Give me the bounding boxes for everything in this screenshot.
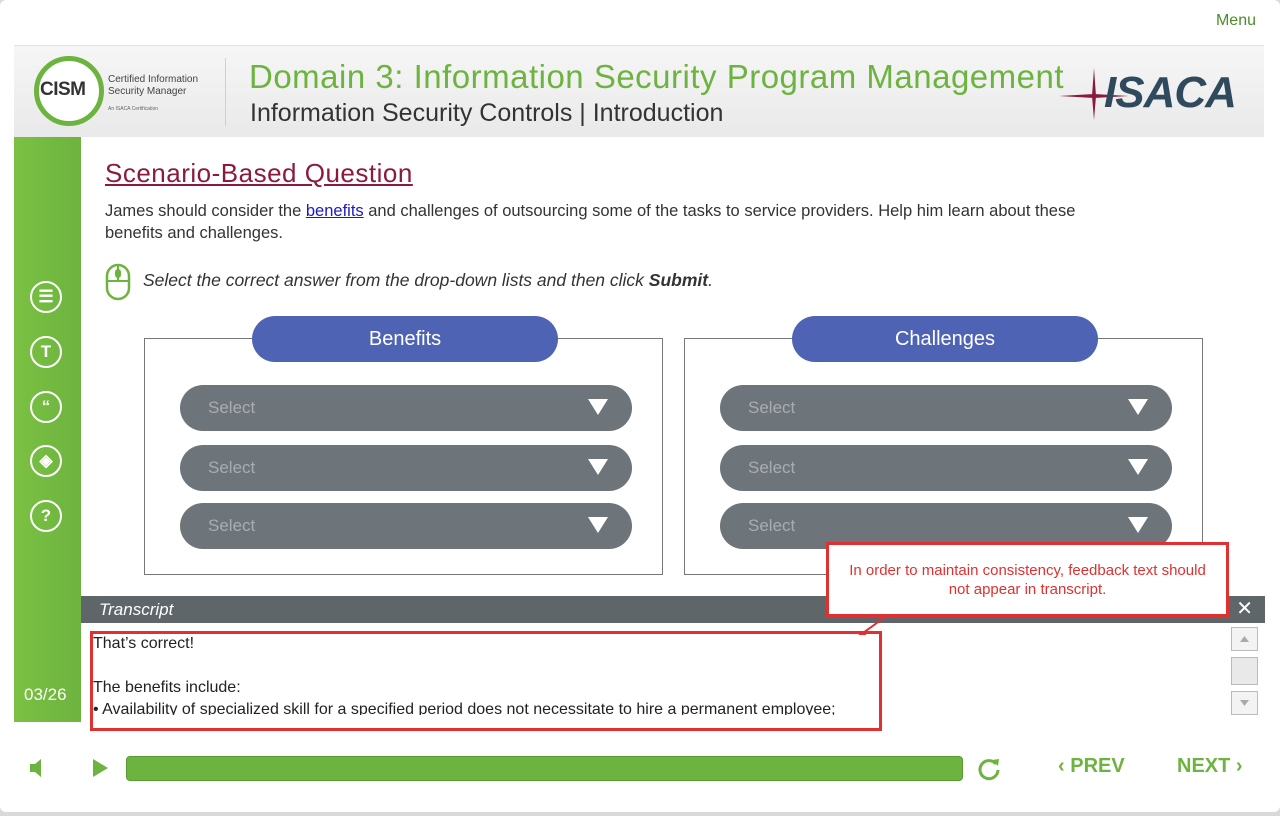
page-counter: 03/26 [24,685,67,704]
review-callout: In order to maintain consistency, feedba… [826,542,1229,617]
challenges-select-1[interactable]: Select [720,385,1172,431]
challenges-header: Challenges [792,316,1098,362]
callout-pointer [858,616,886,635]
course-player: Menu CISM Certified Information Security… [0,0,1280,812]
instruction-text: Select the correct answer from the drop-… [143,270,713,290]
question-title: Scenario-Based Question [105,158,413,188]
dropdown-arrow-icon [1128,459,1148,475]
close-icon[interactable]: ✕ [1236,596,1253,623]
benefits-select-2[interactable]: Select [180,445,632,491]
scroll-thumb[interactable] [1231,657,1258,685]
layers-icon[interactable]: ◈ [30,445,62,477]
lesson-subtitle: Information Security Controls | Introduc… [250,99,724,127]
progress-bar[interactable] [126,756,963,781]
challenges-select-2[interactable]: Select [720,445,1172,491]
dropdown-arrow-icon [588,517,608,533]
mouse-icon [105,263,131,301]
benefits-select-1[interactable]: Select [180,385,632,431]
course-header: CISM Certified Information Security Mana… [14,45,1264,137]
chevron-up-icon [1240,636,1249,642]
speaker-icon[interactable] [28,757,48,779]
domain-title: Domain 3: Information Security Program M… [249,58,1065,95]
dropdown-arrow-icon [1128,399,1148,415]
help-icon[interactable]: ? [30,500,62,532]
chevron-left-icon: ‹ [1058,755,1065,777]
quote-icon[interactable]: “ [30,391,62,423]
prev-button[interactable]: ‹ PREV [1058,755,1125,778]
scroll-down-button[interactable] [1231,691,1258,715]
scroll-up-button[interactable] [1231,627,1258,651]
transcript-label: Transcript [99,600,174,619]
menu-button[interactable]: Menu [1216,12,1256,30]
chevron-down-icon [1240,700,1249,706]
sidebar: ☰ T “ ◈ ? 03/26 [14,137,81,722]
benefits-panel: Benefits Select Select Select [144,316,663,575]
glossary-icon[interactable]: T [30,336,62,368]
transcript-text: That’s correct! The benefits include: • … [93,635,836,715]
question-text: James should consider the benefits and c… [105,202,1076,242]
benefits-select-3[interactable]: Select [180,503,632,549]
chevron-right-icon: › [1235,755,1243,777]
notes-icon[interactable]: ☰ [30,281,62,313]
benefits-header: Benefits [252,316,558,362]
transcript-panel: That’s correct! The benefits include: • … [81,623,1265,731]
dropdown-arrow-icon [1128,517,1148,533]
dropdown-arrow-icon [588,399,608,415]
challenges-panel: Challenges Select Select Select [684,316,1203,575]
transcript-scrollbar[interactable] [1231,627,1258,715]
question-area: Scenario-Based Question James should con… [81,137,1264,592]
playback-controls: ‹ PREV NEXT › [0,740,1280,800]
next-button[interactable]: NEXT › [1177,755,1243,778]
replay-icon[interactable] [976,756,1002,782]
benefits-link[interactable]: benefits [306,202,364,220]
play-icon[interactable] [90,757,110,779]
progress-fill [127,757,962,780]
header-divider [225,58,226,126]
cism-logo: CISM Certified Information Security Mana… [34,56,214,126]
isaca-logo: ISACA [1054,66,1237,122]
dropdown-arrow-icon [588,459,608,475]
